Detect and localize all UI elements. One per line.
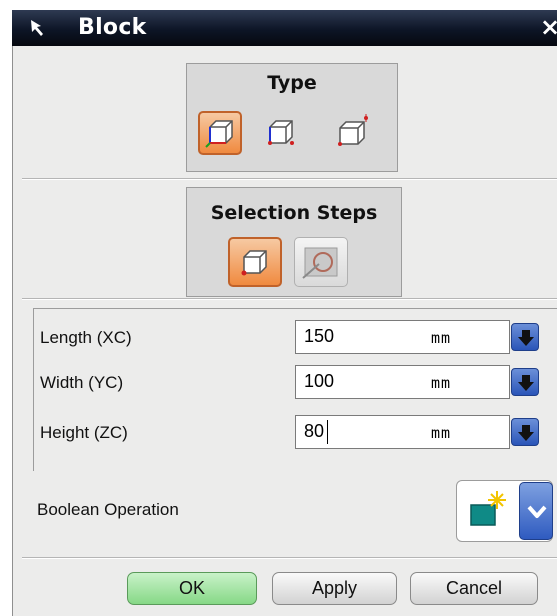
separator [22,178,557,180]
cancel-button[interactable]: Cancel [410,572,538,605]
chevron-down-icon [527,505,547,518]
width-label: Width (YC) [40,373,124,392]
width-unit-dropdown[interactable] [511,368,539,396]
width-value[interactable]: 100 [304,371,334,392]
length-value[interactable]: 150 [304,326,334,347]
height-label: Height (ZC) [40,423,128,442]
selection-steps-title: Selection Steps [210,202,378,224]
type-option-two-diagonal-points[interactable] [330,110,374,154]
height-unit[interactable]: mm [431,424,451,442]
length-unit[interactable]: mm [431,329,451,347]
step-origin-point[interactable] [228,237,282,287]
origin-point-step-icon [241,250,267,276]
height-value[interactable]: 80 [304,421,324,442]
point-constructor-step-icon [302,247,338,279]
block-two-diagonal-points-icon [338,114,368,146]
separator [22,557,557,559]
block-two-points-height-icon [268,120,294,145]
title-bar[interactable]: Block × [12,10,557,46]
arrow-down-icon [518,375,534,391]
arrow-down-icon [518,425,534,441]
ok-button[interactable]: OK [127,572,257,605]
length-unit-dropdown[interactable] [511,323,539,351]
step-point-constructor[interactable] [294,237,348,287]
close-icon[interactable]: × [540,13,557,41]
window-title: Block [78,15,147,40]
type-option-two-points-height[interactable] [262,113,302,153]
apply-button[interactable]: Apply [272,572,397,605]
boolean-operation-label: Boolean Operation [37,500,179,519]
separator [22,298,557,300]
select-arrow-icon [31,20,43,36]
length-label: Length (XC) [40,328,132,347]
height-unit-dropdown[interactable] [511,418,539,446]
boolean-dropdown-arrow[interactable] [519,482,553,540]
text-caret [327,420,328,444]
type-group-title: Type [267,72,317,94]
arrow-down-icon [518,330,534,346]
height-field[interactable]: 80 mm [295,415,510,449]
width-field[interactable]: 100 mm [295,365,510,399]
block-origin-edge-lengths-icon [205,120,233,148]
type-option-origin-edge-lengths[interactable] [198,111,242,155]
boolean-create-icon [470,491,506,526]
length-field[interactable]: 150 mm [295,320,510,354]
width-unit[interactable]: mm [431,374,451,392]
